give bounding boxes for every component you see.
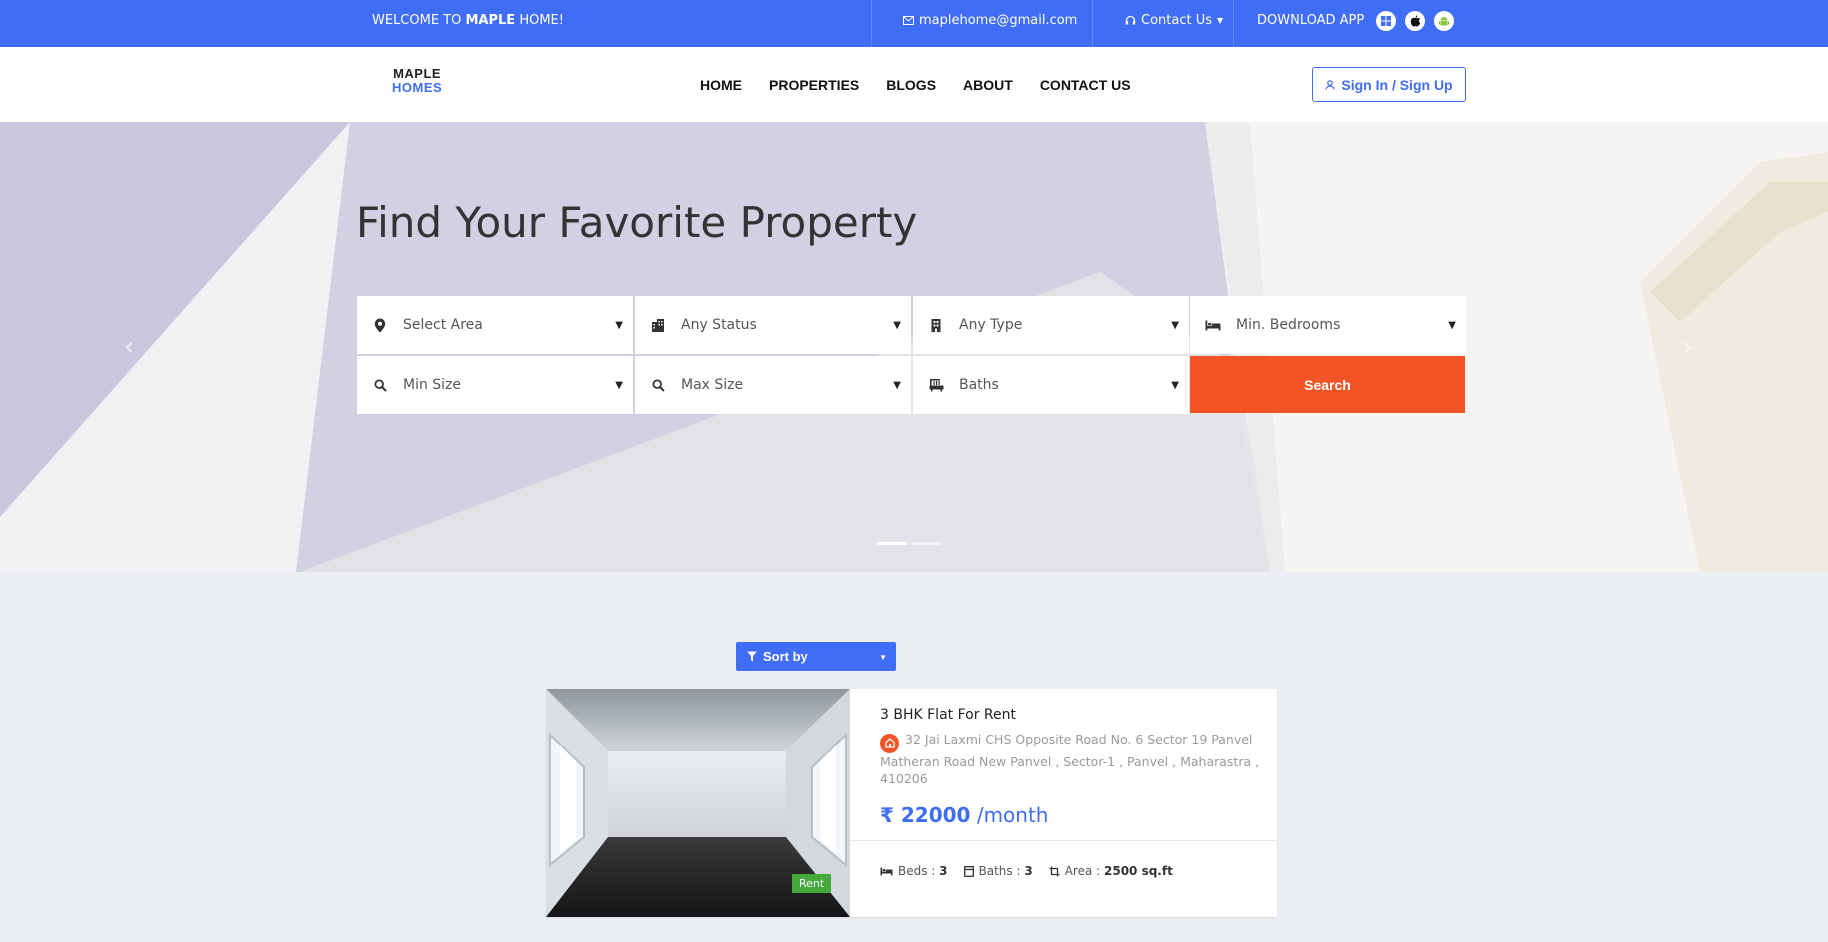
caret-down-icon: ▼ bbox=[615, 319, 623, 331]
search-icon bbox=[369, 378, 391, 392]
caret-down-icon: ▼ bbox=[1217, 16, 1224, 25]
bath-icon bbox=[963, 865, 974, 877]
carousel-indicator[interactable] bbox=[877, 542, 907, 545]
site-logo[interactable]: MAPLE HOMES bbox=[392, 67, 442, 95]
type-select-value: Any Type bbox=[959, 317, 1023, 333]
baths-select-value: Baths bbox=[959, 377, 999, 393]
map-pin-icon bbox=[369, 318, 391, 333]
caret-down-icon: ▼ bbox=[1171, 319, 1179, 331]
area-select-value: Select Area bbox=[403, 317, 483, 333]
filter-icon bbox=[747, 651, 757, 662]
property-price: ₹ 22000 /month bbox=[880, 803, 1260, 827]
sort-by-dropdown[interactable]: Sort by ▼ bbox=[736, 642, 896, 671]
beds-value: 3 bbox=[939, 864, 948, 878]
search-button[interactable]: Search bbox=[1190, 356, 1465, 413]
android-icon[interactable] bbox=[1434, 11, 1454, 31]
baths-feature: Baths : 3 bbox=[963, 864, 1033, 878]
bed-icon bbox=[1202, 320, 1224, 331]
main-header: MAPLE HOMES HOME PROPERTIES BLOGS ABOUT … bbox=[0, 47, 1828, 122]
house-icon bbox=[925, 318, 947, 332]
headset-icon bbox=[1125, 15, 1136, 25]
area-feature: Area : 2500 sq.ft bbox=[1049, 864, 1173, 878]
carousel-indicator[interactable] bbox=[911, 542, 941, 545]
property-features: Beds : 3 Baths : 3 Area : 2500 sq.ft bbox=[880, 864, 1173, 878]
beds-feature: Beds : 3 bbox=[880, 864, 948, 878]
property-photo[interactable]: Rent bbox=[546, 689, 850, 917]
price-amount: ₹ 22000 bbox=[880, 802, 971, 827]
bathtub-icon bbox=[925, 378, 947, 392]
status-select-value: Any Status bbox=[681, 317, 757, 333]
main-nav: HOME PROPERTIES BLOGS ABOUT CONTACT US bbox=[700, 47, 1158, 122]
card-divider bbox=[850, 840, 1277, 841]
search-icon bbox=[647, 378, 669, 392]
welcome-text: WELCOME TO MAPLE HOME! bbox=[372, 0, 564, 41]
beds-label: Beds : bbox=[898, 864, 940, 878]
bedrooms-select-value: Min. Bedrooms bbox=[1236, 317, 1341, 333]
home-pin-icon bbox=[880, 733, 899, 753]
property-card[interactable]: Rent 3 BHK Flat For Rent 32 Jai Laxmi CH… bbox=[546, 689, 1277, 917]
logo-line-2: HOMES bbox=[392, 80, 443, 95]
windows-icon[interactable] bbox=[1376, 11, 1396, 31]
logo-line-1: MAPLE bbox=[393, 66, 442, 81]
sign-in-label: Sign In / Sign Up bbox=[1341, 76, 1453, 93]
max-size-select[interactable]: Max Size ▼ bbox=[635, 356, 911, 414]
baths-label: Baths : bbox=[978, 864, 1025, 878]
nav-about[interactable]: ABOUT bbox=[963, 77, 1013, 93]
area-select[interactable]: Select Area ▼ bbox=[357, 296, 633, 354]
nav-properties[interactable]: PROPERTIES bbox=[769, 77, 859, 93]
property-address: 32 Jai Laxmi CHS Opposite Road No. 6 Sec… bbox=[880, 731, 1260, 787]
caret-down-icon: ▼ bbox=[893, 379, 901, 391]
sign-in-button[interactable]: Sign In / Sign Up bbox=[1312, 67, 1466, 102]
nav-contact-us[interactable]: CONTACT US bbox=[1040, 77, 1131, 93]
email-text: maplehome@gmail.com bbox=[919, 13, 1078, 28]
welcome-prefix: WELCOME TO bbox=[372, 13, 466, 28]
min-size-select[interactable]: Min Size ▼ bbox=[357, 356, 633, 414]
contact-label: Contact Us bbox=[1141, 13, 1212, 28]
address-text: 32 Jai Laxmi CHS Opposite Road No. 6 Sec… bbox=[880, 732, 1260, 786]
area-label: Area : bbox=[1064, 864, 1104, 878]
caret-down-icon: ▼ bbox=[1171, 379, 1179, 391]
nav-home[interactable]: HOME bbox=[700, 77, 742, 93]
area-icon bbox=[1049, 866, 1060, 876]
download-app-label: DOWNLOAD APP bbox=[1257, 13, 1365, 28]
caret-down-icon: ▼ bbox=[1448, 319, 1456, 331]
hero-banner: ‹ › Find Your Favorite Property Select A… bbox=[0, 122, 1828, 572]
caret-down-icon: ▼ bbox=[893, 319, 901, 331]
max-size-value: Max Size bbox=[681, 377, 744, 393]
caret-down-icon: ▼ bbox=[879, 653, 887, 662]
app-links bbox=[1376, 11, 1454, 31]
chevron-right-icon[interactable]: › bbox=[1682, 332, 1692, 362]
status-select[interactable]: Any Status ▼ bbox=[635, 296, 911, 354]
sort-by-label: Sort by bbox=[763, 649, 808, 664]
area-value: 2500 sq.ft bbox=[1104, 864, 1173, 878]
type-select[interactable]: Any Type ▼ bbox=[913, 296, 1189, 354]
email-link[interactable]: maplehome@gmail.com bbox=[903, 0, 1077, 41]
welcome-brand: MAPLE bbox=[465, 13, 516, 28]
hero-title: Find Your Favorite Property bbox=[356, 198, 918, 247]
top-bar: WELCOME TO MAPLE HOME! maplehome@gmail.c… bbox=[0, 0, 1828, 47]
baths-value: 3 bbox=[1024, 864, 1033, 878]
building-icon bbox=[647, 318, 669, 332]
bed-icon bbox=[880, 867, 893, 875]
baths-select[interactable]: Baths ▼ bbox=[913, 356, 1189, 414]
property-info: 3 BHK Flat For Rent 32 Jai Laxmi CHS Opp… bbox=[880, 707, 1260, 827]
contact-dropdown[interactable]: Contact Us ▼ bbox=[1125, 0, 1223, 41]
welcome-suffix: HOME! bbox=[515, 13, 564, 28]
bedrooms-select[interactable]: Min. Bedrooms ▼ bbox=[1190, 296, 1466, 354]
price-period: /month bbox=[970, 802, 1049, 827]
user-icon bbox=[1325, 79, 1335, 90]
caret-down-icon: ▼ bbox=[615, 379, 623, 391]
apple-icon[interactable] bbox=[1405, 11, 1425, 31]
divider bbox=[1092, 0, 1093, 47]
rent-badge: Rent bbox=[792, 874, 832, 893]
nav-blogs[interactable]: BLOGS bbox=[886, 77, 936, 93]
min-size-value: Min Size bbox=[403, 377, 462, 393]
chevron-left-icon[interactable]: ‹ bbox=[124, 332, 134, 362]
divider bbox=[1233, 0, 1234, 47]
carousel-indicators bbox=[877, 542, 941, 545]
envelope-icon bbox=[903, 16, 914, 25]
divider bbox=[871, 0, 872, 47]
property-title[interactable]: 3 BHK Flat For Rent bbox=[880, 707, 1260, 723]
